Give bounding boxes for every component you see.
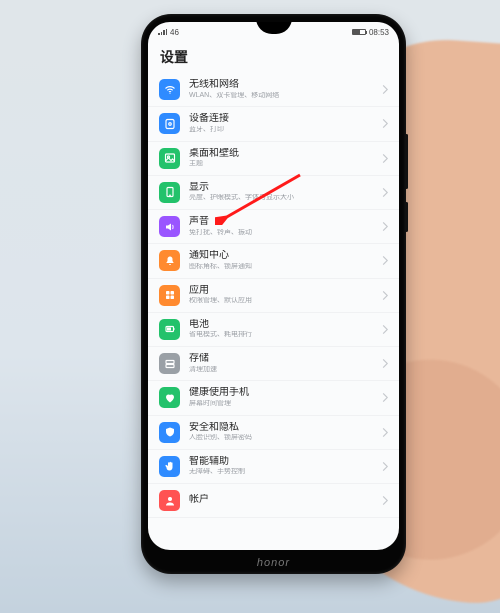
row-text: 存储清理加速: [189, 353, 378, 374]
chevron-right-icon: [378, 85, 388, 94]
row-title: 安全和隐私: [189, 422, 378, 435]
settings-list[interactable]: 无线和网络WLAN、双卡管理、移动网络设备连接蓝牙、打印桌面和壁纸主题显示亮度、…: [148, 73, 399, 518]
row-subtitle: 免打扰、铃声、振动: [189, 229, 378, 238]
settings-row[interactable]: 帐户: [148, 484, 399, 518]
row-title: 存储: [189, 353, 378, 366]
row-subtitle: 人脸识别、锁屏密码: [189, 434, 378, 443]
sound-icon: [159, 216, 180, 237]
display-icon: [159, 182, 180, 203]
settings-row[interactable]: 安全和隐私人脸识别、锁屏密码: [148, 416, 399, 450]
row-subtitle: 权限管理、默认应用: [189, 297, 378, 306]
row-text: 无线和网络WLAN、双卡管理、移动网络: [189, 79, 378, 100]
bell-icon: [159, 250, 180, 271]
row-subtitle: WLAN、双卡管理、移动网络: [189, 92, 378, 101]
chevron-right-icon: [378, 188, 388, 197]
row-subtitle: 亮度、护眼模式、字体与显示大小: [189, 194, 378, 203]
row-subtitle: 屏幕时间管理: [189, 400, 378, 409]
chevron-right-icon: [378, 119, 388, 128]
row-title: 无线和网络: [189, 79, 378, 92]
row-title: 设备连接: [189, 113, 378, 126]
battery-icon: [159, 319, 180, 340]
power-button: [405, 202, 408, 232]
user-icon: [159, 490, 180, 511]
row-subtitle: 图标角标、锁屏通知: [189, 263, 378, 272]
row-text: 显示亮度、护眼模式、字体与显示大小: [189, 182, 378, 203]
page-title: 设置: [148, 40, 399, 73]
row-subtitle: 省电模式、耗电排行: [189, 331, 378, 340]
apps-icon: [159, 285, 180, 306]
row-title: 电池: [189, 319, 378, 332]
row-subtitle: 主题: [189, 160, 378, 169]
row-text: 应用权限管理、默认应用: [189, 285, 378, 306]
battery-icon: [352, 29, 366, 35]
chevron-right-icon: [378, 325, 388, 334]
row-title: 帐户: [189, 494, 378, 507]
row-text: 安全和隐私人脸识别、锁屏密码: [189, 422, 378, 443]
settings-row[interactable]: 显示亮度、护眼模式、字体与显示大小: [148, 176, 399, 210]
settings-row[interactable]: 无线和网络WLAN、双卡管理、移动网络: [148, 73, 399, 107]
row-text: 设备连接蓝牙、打印: [189, 113, 378, 134]
settings-row[interactable]: 设备连接蓝牙、打印: [148, 107, 399, 141]
wifi-icon: [159, 79, 180, 100]
row-text: 帐户: [189, 494, 378, 507]
row-text: 桌面和壁纸主题: [189, 148, 378, 169]
chevron-right-icon: [378, 256, 388, 265]
signal-icon: [158, 29, 167, 35]
settings-row[interactable]: 桌面和壁纸主题: [148, 142, 399, 176]
settings-row[interactable]: 通知中心图标角标、锁屏通知: [148, 244, 399, 278]
carrier-label: 46: [170, 28, 179, 37]
picture-icon: [159, 148, 180, 169]
phone-frame: 46 08:53 设置 无线和网络WLAN、双卡管理、移动网络设备连接蓝牙、打印…: [141, 14, 406, 574]
chevron-right-icon: [378, 428, 388, 437]
row-subtitle: 蓝牙、打印: [189, 126, 378, 135]
row-subtitle: 无障碍、手势控制: [189, 468, 378, 477]
row-subtitle: 清理加速: [189, 366, 378, 375]
settings-row[interactable]: 应用权限管理、默认应用: [148, 279, 399, 313]
row-title: 显示: [189, 182, 378, 195]
settings-row[interactable]: 存储清理加速: [148, 347, 399, 381]
link-icon: [159, 113, 180, 134]
hand-icon: [159, 456, 180, 477]
chevron-right-icon: [378, 496, 388, 505]
row-text: 通知中心图标角标、锁屏通知: [189, 250, 378, 271]
chevron-right-icon: [378, 291, 388, 300]
settings-row[interactable]: 电池省电模式、耗电排行: [148, 313, 399, 347]
row-text: 电池省电模式、耗电排行: [189, 319, 378, 340]
row-title: 声音: [189, 216, 378, 229]
chevron-right-icon: [378, 222, 388, 231]
settings-row[interactable]: 健康使用手机屏幕时间管理: [148, 381, 399, 415]
phone-screen: 46 08:53 设置 无线和网络WLAN、双卡管理、移动网络设备连接蓝牙、打印…: [148, 22, 399, 550]
row-title: 桌面和壁纸: [189, 148, 378, 161]
chevron-right-icon: [378, 462, 388, 471]
row-title: 智能辅助: [189, 456, 378, 469]
row-title: 健康使用手机: [189, 387, 378, 400]
shield-icon: [159, 422, 180, 443]
chevron-right-icon: [378, 154, 388, 163]
row-text: 声音免打扰、铃声、振动: [189, 216, 378, 237]
chevron-right-icon: [378, 393, 388, 402]
row-title: 应用: [189, 285, 378, 298]
settings-row[interactable]: 智能辅助无障碍、手势控制: [148, 450, 399, 484]
heart-icon: [159, 387, 180, 408]
chevron-right-icon: [378, 359, 388, 368]
settings-row[interactable]: 声音免打扰、铃声、振动: [148, 210, 399, 244]
row-text: 智能辅助无障碍、手势控制: [189, 456, 378, 477]
volume-button: [405, 134, 408, 189]
storage-icon: [159, 353, 180, 374]
row-title: 通知中心: [189, 250, 378, 263]
row-text: 健康使用手机屏幕时间管理: [189, 387, 378, 408]
clock: 08:53: [369, 28, 389, 37]
